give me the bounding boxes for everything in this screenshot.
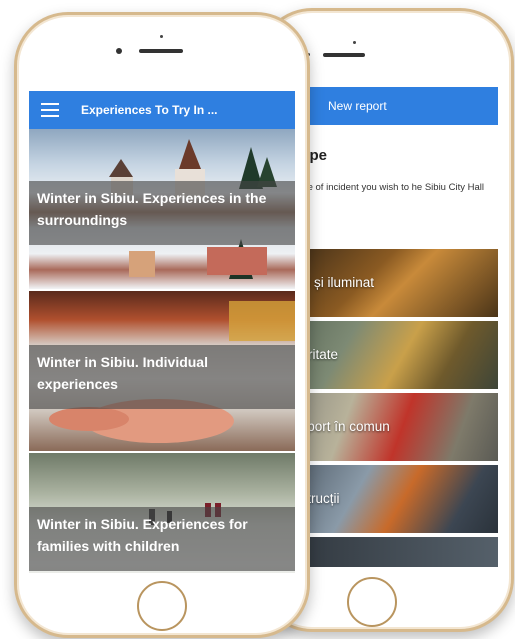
article-title: Winter in Sibiu. Experiences for familie… (37, 516, 248, 554)
front-phone: Experiences To Try In ... Winter in Sibi… (14, 12, 310, 638)
sensor-dot (353, 41, 356, 44)
app-bar-title: New report (328, 99, 387, 113)
article-card[interactable]: Winter in Sibiu. Experiences in the surr… (29, 129, 295, 291)
speaker-grille (139, 49, 183, 53)
home-button[interactable] (137, 581, 187, 631)
front-phone-screen: Experiences To Try In ... Winter in Sibi… (29, 91, 295, 573)
home-button[interactable] (347, 577, 397, 627)
incident-type-header: t type e type of incident you wish to he… (283, 125, 498, 249)
category-item[interactable] (283, 537, 498, 567)
category-item[interactable]: ăzi și iluminat (283, 249, 498, 317)
menu-icon[interactable] (41, 103, 59, 117)
article-title: Winter in Sibiu. Experiences in the surr… (37, 190, 267, 228)
sensor-dot (160, 35, 163, 38)
app-bar-title: Experiences To Try In ... (81, 103, 218, 117)
front-camera-icon (116, 48, 122, 54)
incident-type-description: e type of incident you wish to he Sibiu … (287, 182, 484, 193)
app-bar: Experiences To Try In ... (29, 91, 295, 129)
category-item[interactable]: nsport în comun (283, 393, 498, 461)
category-item[interactable]: ubritate (283, 321, 498, 389)
speaker-grille (323, 53, 365, 57)
article-title: Winter in Sibiu. Individual experiences (37, 354, 208, 392)
article-card[interactable]: Winter in Sibiu. Individual experiences (29, 291, 295, 453)
category-item[interactable]: nstrucții (283, 465, 498, 533)
back-phone-screen: New report t type e type of incident you… (283, 87, 498, 567)
article-card[interactable]: Winter in Sibiu. Experiences for familie… (29, 453, 295, 573)
app-bar: New report (283, 87, 498, 125)
